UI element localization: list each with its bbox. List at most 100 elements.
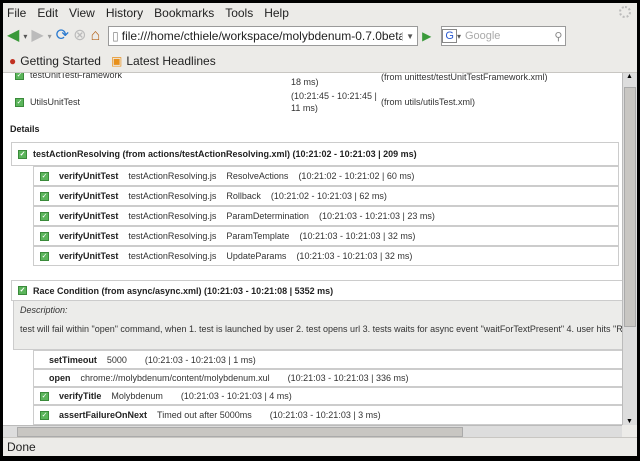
url-text[interactable]: file:///home/cthiele/workspace/molybdenu… (119, 29, 402, 43)
throbber-icon (619, 6, 631, 18)
bookmark-getting-started[interactable]: Getting Started (20, 54, 101, 68)
suite-title: Race Condition (from async/async.xml) (1… (33, 285, 334, 296)
step-row: ✓ verifyUnitTest testActionResolving.js Upd… (33, 246, 619, 266)
bookmarks-toolbar: ● Getting Started ▣ Latest Headlines (3, 50, 637, 73)
step-cmd: verifyTitle (59, 391, 102, 401)
getting-started-icon: ● (9, 54, 17, 68)
test-name: testUnitTestFramework (30, 73, 123, 80)
go-icon[interactable]: ▶ (422, 29, 431, 43)
step-cmd: verifyUnitTest (59, 251, 119, 261)
menu-history[interactable]: History (106, 6, 143, 20)
test-source: (from unittest/testUnitTestFramework.xml… (381, 73, 548, 82)
step-time: (10:21:03 - 10:21:03 | 32 ms) (299, 231, 416, 241)
menu-tools[interactable]: Tools (225, 6, 253, 20)
test-time: (10:21:45 - 10:21:45 | (291, 91, 377, 101)
step-test: Rollback (226, 191, 261, 201)
step-row: open chrome://molybdenum/content/molybden… (33, 369, 622, 387)
step-test: ResolveActions (226, 171, 289, 181)
stop-icon[interactable]: ⊗ (73, 28, 86, 44)
test-name: UtilsUnitTest (30, 97, 81, 107)
forward-dropdown-icon[interactable]: ▾ (48, 32, 52, 41)
check-icon: ✓ (15, 73, 24, 81)
suite-description: Description: test will fail within "open… (13, 300, 622, 350)
step-time: (10:21:03 - 10:21:03 | 1 ms) (144, 354, 256, 365)
reload-icon[interactable]: ⟳ (56, 28, 69, 44)
test-row: ✓ UtilsUnitTest (15, 97, 81, 108)
check-icon: ✓ (18, 286, 27, 295)
step-cmd: open (49, 373, 71, 383)
step-time: (10:21:03 - 10:21:03 | 4 ms) (180, 391, 292, 401)
step-file: testActionResolving.js (128, 211, 217, 221)
step-cmd: verifyUnitTest (59, 191, 119, 201)
check-icon: ✓ (40, 391, 49, 401)
bookmark-latest-headlines[interactable]: Latest Headlines (126, 54, 215, 68)
search-placeholder[interactable]: Google (465, 30, 500, 42)
navigation-toolbar: ◀ ▾ ▶ ▾ ⟳ ⊗ ⌂ ▯ file:///home/cthiele/wor… (3, 22, 637, 50)
test-row: ✓ testUnitTestFramework (15, 73, 123, 81)
test-time: 18 ms) (291, 77, 319, 87)
menu-view[interactable]: View (69, 6, 95, 20)
step-cmd: verifyUnitTest (59, 211, 119, 221)
step-test: UpdateParams (226, 251, 287, 261)
check-icon: ✓ (40, 251, 49, 261)
description-label: Description: (20, 305, 68, 315)
suite-header: ✓ testActionResolving (from actions/testA… (11, 142, 619, 166)
step-file: testActionResolving.js (128, 191, 217, 201)
step-time: (10:21:03 - 10:21:03 | 3 ms) (269, 410, 381, 420)
step-row: ✓ verifyUnitTest testActionResolving.js Res… (33, 166, 619, 186)
home-icon[interactable]: ⌂ (90, 28, 100, 44)
scroll-down-icon[interactable]: ▼ (626, 418, 633, 425)
step-time: (10:21:03 - 10:21:03 | 32 ms) (296, 251, 413, 261)
url-bar[interactable]: ▯ file:///home/cthiele/workspace/molybde… (108, 26, 419, 46)
step-time: (10:21:03 - 10:21:03 | 336 ms) (287, 373, 409, 383)
details-heading: Details (10, 124, 40, 134)
check-icon: ✓ (40, 171, 49, 181)
forward-icon[interactable]: ▶ (31, 28, 43, 44)
step-arg: Timed out after 5000ms (157, 410, 252, 420)
step-cmd: assertFailureOnNext (59, 410, 148, 420)
step-arg: 5000 (106, 354, 127, 365)
google-engine-icon[interactable]: G (442, 29, 457, 43)
vertical-scrollbar[interactable]: ▼ ▲ (622, 73, 637, 425)
description-text: test will fail within "open" command, wh… (20, 324, 622, 334)
scroll-thumb[interactable] (17, 427, 463, 437)
menu-help[interactable]: Help (264, 6, 289, 20)
check-icon: ✓ (40, 231, 49, 241)
step-test: ParamDetermination (226, 211, 309, 221)
step-file: testActionResolving.js (128, 171, 217, 181)
step-time: (10:21:02 - 10:21:02 | 60 ms) (298, 171, 415, 181)
menu-bar: File Edit View History Bookmarks Tools H… (3, 3, 637, 22)
check-icon: ✓ (40, 211, 49, 221)
step-file: testActionResolving.js (128, 231, 217, 241)
step-row: setTimeout 5000 (10:21:03 - 10:21:03 | 1 m… (33, 350, 622, 369)
check-icon: ✓ (15, 98, 24, 108)
back-icon[interactable]: ◀ (7, 28, 19, 44)
step-time: (10:21:03 - 10:21:03 | 23 ms) (318, 211, 435, 221)
menu-bookmarks[interactable]: Bookmarks (154, 6, 214, 20)
status-bar: Done (3, 437, 637, 456)
step-file: testActionResolving.js (128, 251, 217, 261)
rss-icon: ▣ (110, 54, 123, 68)
suite-header: ✓ Race Condition (from async/async.xml) (… (11, 280, 622, 301)
step-cmd: verifyUnitTest (59, 231, 119, 241)
test-time: 11 ms) (291, 103, 318, 113)
menu-file[interactable]: File (7, 6, 26, 20)
engine-dropdown-icon[interactable]: ▾ (457, 32, 461, 41)
test-source: (from utils/utilsTest.xml) (381, 97, 476, 107)
step-cmd: setTimeout (49, 354, 97, 365)
search-icon[interactable]: ⚲ (554, 30, 565, 43)
page-icon: ▯ (112, 29, 119, 43)
scroll-thumb[interactable] (624, 87, 636, 327)
back-dropdown-icon[interactable]: ▾ (23, 32, 27, 41)
step-arg: Molybdenum (111, 391, 163, 401)
scroll-up-icon[interactable]: ▲ (626, 73, 633, 80)
step-arg: chrome://molybdenum/content/molybdenum.x… (80, 373, 270, 383)
menu-edit[interactable]: Edit (37, 6, 58, 20)
check-icon: ✓ (18, 149, 27, 159)
url-dropdown-icon[interactable]: ▼ (402, 31, 417, 41)
search-box[interactable]: G ▾ Google ⚲ (441, 26, 567, 46)
step-test: ParamTemplate (226, 231, 290, 241)
step-time: (10:21:02 - 10:21:03 | 62 ms) (270, 191, 387, 201)
step-row: ✓ verifyUnitTest testActionResolving.js Par… (33, 206, 619, 226)
step-cmd: verifyUnitTest (59, 171, 119, 181)
